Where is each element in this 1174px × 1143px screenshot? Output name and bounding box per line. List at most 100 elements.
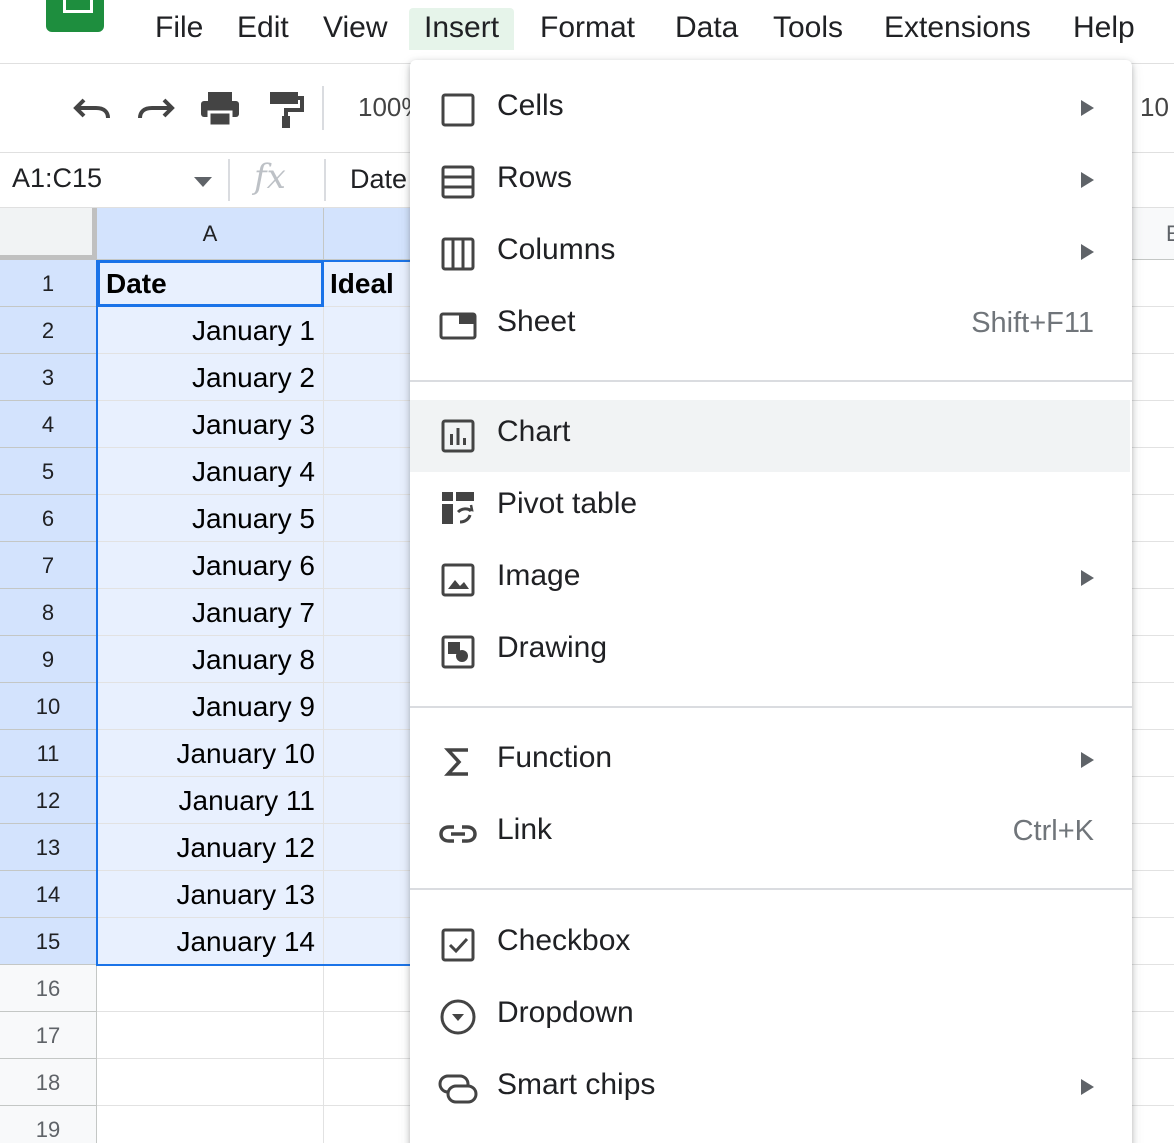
row-header[interactable]: 17: [0, 1012, 97, 1059]
cell-e[interactable]: [1132, 777, 1174, 824]
menu-item-dropdown[interactable]: Dropdown: [410, 981, 1130, 1053]
cell-a1-active[interactable]: Date: [97, 260, 324, 307]
link-icon: [438, 814, 478, 854]
dropdown-icon: [438, 997, 478, 1037]
menu-item-smart-chips[interactable]: Smart chips: [410, 1053, 1130, 1125]
pivot-table-icon: [438, 488, 478, 528]
cell-e[interactable]: [1132, 1012, 1174, 1059]
menu-extensions[interactable]: Extensions: [869, 8, 1046, 50]
row-header[interactable]: 5: [0, 448, 97, 495]
cell-e[interactable]: [1132, 730, 1174, 777]
row-header[interactable]: 4: [0, 401, 97, 448]
menu-format[interactable]: Format: [525, 8, 650, 50]
row-header[interactable]: 12: [0, 777, 97, 824]
cell-e[interactable]: [1132, 495, 1174, 542]
menu-item-function[interactable]: Function: [410, 726, 1130, 798]
menu-item-chart[interactable]: Chart: [410, 400, 1130, 472]
menu-item-columns[interactable]: Columns: [410, 218, 1130, 290]
redo-icon[interactable]: [134, 88, 178, 128]
cell-a[interactable]: January 9: [97, 683, 324, 730]
cell-e[interactable]: [1132, 448, 1174, 495]
undo-icon[interactable]: [70, 88, 114, 128]
menu-item-rows[interactable]: Rows: [410, 146, 1130, 218]
row-header[interactable]: 7: [0, 542, 97, 589]
cell-a[interactable]: January 2: [97, 354, 324, 401]
row-header[interactable]: 16: [0, 965, 97, 1012]
menu-item-image[interactable]: Image: [410, 544, 1130, 616]
menu-file[interactable]: File: [140, 8, 218, 50]
cell-a[interactable]: January 5: [97, 495, 324, 542]
menu-item-pivot-table[interactable]: Pivot table: [410, 472, 1130, 544]
cell-a[interactable]: January 4: [97, 448, 324, 495]
menu-data[interactable]: Data: [660, 8, 753, 50]
cell-e[interactable]: [1132, 1059, 1174, 1106]
cell-a[interactable]: January 6: [97, 542, 324, 589]
row-header[interactable]: 15: [0, 918, 97, 965]
cell-e[interactable]: [1132, 824, 1174, 871]
cell-e[interactable]: [1132, 871, 1174, 918]
cell-a[interactable]: January 13: [97, 871, 324, 918]
cell-e[interactable]: [1132, 918, 1174, 965]
menu-item-checkbox[interactable]: Checkbox: [410, 909, 1130, 981]
cell-a[interactable]: [97, 1012, 324, 1059]
cell-e[interactable]: [1132, 354, 1174, 401]
cell-e[interactable]: [1132, 965, 1174, 1012]
select-all-corner[interactable]: [0, 208, 97, 260]
cell-a[interactable]: January 8: [97, 636, 324, 683]
cell-e[interactable]: [1132, 260, 1174, 307]
cell-e[interactable]: [1132, 401, 1174, 448]
row-header[interactable]: 1: [0, 260, 97, 307]
cell-a[interactable]: January 12: [97, 824, 324, 871]
cell-e[interactable]: [1132, 542, 1174, 589]
menu-item-link[interactable]: Link Ctrl+K: [410, 798, 1130, 870]
paint-format-icon[interactable]: [262, 88, 306, 128]
menu-item-sheet[interactable]: Sheet Shift+F11: [410, 290, 1130, 362]
cell-a[interactable]: January 7: [97, 589, 324, 636]
cell-a[interactable]: January 1: [97, 307, 324, 354]
submenu-arrow-icon: [1081, 172, 1094, 188]
cell-e[interactable]: [1132, 636, 1174, 683]
menu-item-label: Rows: [497, 161, 573, 194]
cell-a[interactable]: January 11: [97, 777, 324, 824]
column-header-e[interactable]: E: [1132, 208, 1174, 260]
font-size-field[interactable]: 10: [1140, 92, 1169, 123]
row-header[interactable]: 10: [0, 683, 97, 730]
chevron-down-icon[interactable]: [194, 177, 212, 187]
cell-e[interactable]: [1132, 683, 1174, 730]
formula-input[interactable]: Date: [350, 164, 407, 195]
menu-item-cells[interactable]: Cells: [410, 74, 1130, 146]
row-header[interactable]: 6: [0, 495, 97, 542]
name-box[interactable]: A1:C15: [12, 163, 102, 194]
cell-a[interactable]: January 10: [97, 730, 324, 777]
row-header[interactable]: 2: [0, 307, 97, 354]
print-icon[interactable]: [198, 88, 242, 128]
cell-a[interactable]: [97, 1059, 324, 1106]
cell-a[interactable]: [97, 965, 324, 1012]
cell-e[interactable]: [1132, 1106, 1174, 1143]
cell-a[interactable]: January 3: [97, 401, 324, 448]
menu-view[interactable]: View: [308, 8, 402, 50]
submenu-arrow-icon: [1081, 570, 1094, 586]
menu-item-label: Image: [497, 559, 581, 592]
row-header[interactable]: 18: [0, 1059, 97, 1106]
row-header[interactable]: 9: [0, 636, 97, 683]
cell-e[interactable]: [1132, 307, 1174, 354]
cell-a[interactable]: [97, 1106, 324, 1143]
column-header-a[interactable]: A: [97, 208, 324, 260]
sheets-logo-icon[interactable]: [46, 0, 104, 32]
row-header[interactable]: 11: [0, 730, 97, 777]
row-header[interactable]: 13: [0, 824, 97, 871]
row-header[interactable]: 8: [0, 589, 97, 636]
row-header[interactable]: 14: [0, 871, 97, 918]
row-header[interactable]: 3: [0, 354, 97, 401]
columns-icon: [438, 234, 478, 274]
menu-edit[interactable]: Edit: [222, 8, 304, 50]
row-header[interactable]: 19: [0, 1106, 97, 1143]
menu-tools[interactable]: Tools: [758, 8, 858, 50]
keyboard-shortcut: Shift+F11: [971, 307, 1094, 339]
cell-a[interactable]: January 14: [97, 918, 324, 965]
cell-e[interactable]: [1132, 589, 1174, 636]
menu-item-drawing[interactable]: Drawing: [410, 616, 1130, 688]
menu-insert[interactable]: Insert: [409, 8, 515, 50]
menu-help[interactable]: Help: [1058, 8, 1150, 50]
